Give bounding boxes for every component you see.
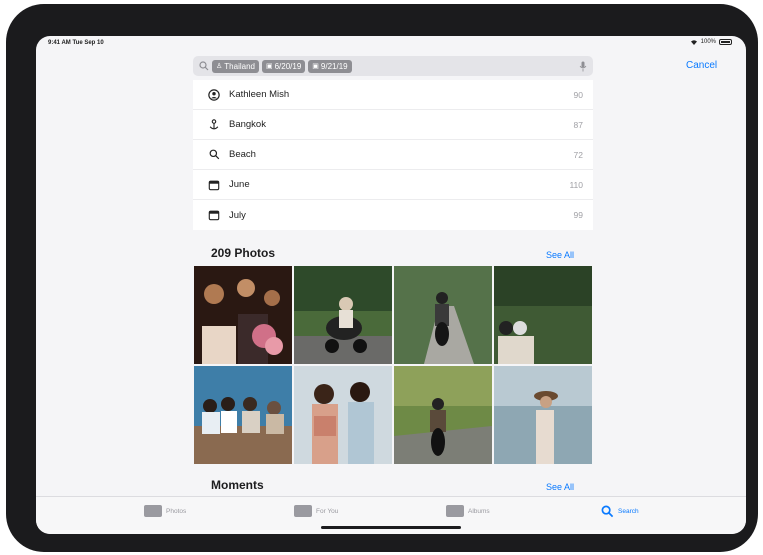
suggestion-count: 87 (573, 119, 583, 130)
search-token-end-date[interactable]: ▣ 9/21/19 (308, 59, 352, 73)
albums-icon (446, 505, 464, 517)
battery-icon (719, 39, 732, 45)
tab-label: Search (618, 508, 639, 515)
tab-photos[interactable]: Photos (144, 505, 186, 517)
search-suggestions: Kathleen Mish 90 Bangkok 87 Beach 72 Jun… (193, 80, 593, 230)
for-you-icon (294, 505, 312, 517)
search-token-place[interactable]: ♙ Thailand (212, 59, 259, 73)
photo-thumbnail[interactable] (494, 366, 592, 464)
person-pin-icon: ♙ (216, 63, 223, 70)
suggestion-label: July (229, 209, 246, 221)
cancel-button[interactable]: Cancel (686, 60, 717, 71)
photo-thumbnail[interactable] (394, 366, 492, 464)
moments-section-title: Moments (211, 478, 264, 492)
calendar-icon (207, 208, 221, 222)
wifi-icon (690, 40, 697, 45)
tab-albums[interactable]: Albums (446, 505, 490, 517)
suggestion-person[interactable]: Kathleen Mish 90 (193, 80, 593, 110)
tab-label: For You (316, 507, 339, 515)
tab-label: Albums (468, 507, 490, 515)
microphone-icon[interactable] (579, 61, 587, 72)
battery-percent: 100% (700, 39, 716, 45)
photo-thumbnail[interactable] (494, 266, 592, 364)
search-field[interactable]: ♙ Thailand ▣ 6/20/19 ▣ 9/21/19 (193, 56, 593, 76)
photo-thumbnail[interactable] (294, 366, 392, 464)
photo-thumbnail[interactable] (194, 266, 292, 364)
suggestion-count: 99 (573, 210, 583, 220)
status-time: 9:41 AM Tue Sep 10 (48, 40, 104, 46)
status-bar: 9:41 AM Tue Sep 10 100% (36, 36, 746, 50)
calendar-icon (207, 178, 221, 192)
tab-bar: Photos For You Albums Search (36, 496, 746, 534)
suggestion-count: 110 (569, 179, 583, 190)
tab-for-you[interactable]: For You (294, 505, 338, 517)
search-icon (207, 148, 221, 162)
ipad-device: 9:41 AM Tue Sep 10 100% ♙ Thailand ▣ 6/2… (6, 4, 758, 552)
calendar-icon: ▣ (312, 63, 319, 70)
person-circle-icon (207, 88, 221, 102)
photo-thumbnail[interactable] (194, 366, 292, 464)
token-label: Thailand (224, 61, 255, 71)
tab-search[interactable]: Search (601, 505, 639, 518)
suggestion-month-july[interactable]: July 99 (193, 200, 593, 230)
photo-thumbnail[interactable] (394, 266, 492, 364)
token-label: 6/20/19 (274, 61, 302, 71)
suggestion-label: Bangkok (229, 119, 266, 130)
search-icon (199, 61, 209, 71)
suggestion-count: 90 (573, 89, 583, 100)
tab-label: Photos (166, 507, 187, 515)
calendar-icon: ▣ (265, 63, 273, 70)
search-token-start-date[interactable]: ▣ 6/20/19 (261, 59, 306, 73)
photos-icon (144, 505, 162, 517)
moments-see-all-button[interactable]: See All (546, 482, 574, 492)
suggestion-label: Kathleen Mish (229, 89, 290, 100)
suggestion-label: June (229, 179, 250, 190)
photo-thumbnail[interactable] (294, 266, 392, 364)
screen: 9:41 AM Tue Sep 10 100% ♙ Thailand ▣ 6/2… (36, 36, 746, 534)
home-indicator (321, 526, 461, 529)
status-indicators: 100% (690, 39, 732, 45)
suggestion-label: Beach (229, 149, 256, 160)
photo-grid (194, 266, 594, 466)
photos-section-title: 209 Photos (211, 246, 276, 260)
suggestion-month-june[interactable]: June 110 (193, 170, 593, 200)
suggestion-keyword[interactable]: Beach 72 (193, 140, 593, 170)
token-label: 9/21/19 (320, 61, 348, 71)
photos-see-all-button[interactable]: See All (546, 250, 574, 260)
search-icon (601, 505, 614, 518)
location-pin-icon (207, 118, 221, 132)
suggestion-count: 72 (573, 149, 583, 160)
suggestion-place[interactable]: Bangkok 87 (193, 110, 593, 140)
